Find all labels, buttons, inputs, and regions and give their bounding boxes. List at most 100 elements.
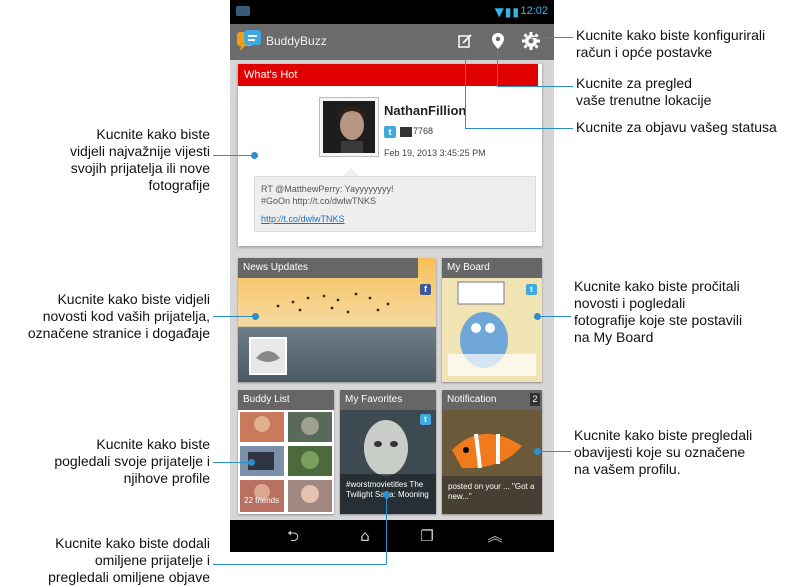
user-name: NathanFillion	[384, 103, 467, 118]
callout-line: vidjeli najvažnije vijesti	[69, 143, 210, 159]
callout-settings: Kucnite kako biste konfigurirali račun i…	[576, 27, 765, 61]
callout-line: novosti kod vaših prijatelja,	[42, 308, 210, 324]
whats-hot-header: What's Hot	[238, 64, 538, 86]
callout-news: Kucnite kako biste vidjeli novosti kod v…	[14, 291, 210, 342]
leader-line	[465, 128, 573, 129]
post-date: Feb 19, 2013 3:45:25 PM	[384, 148, 486, 158]
recent-apps-icon[interactable]: ❐	[416, 527, 438, 545]
leader-line	[213, 462, 251, 463]
menu-up-icon[interactable]: ︽	[484, 527, 506, 545]
my-board-header: My Board	[442, 258, 542, 278]
tile-my-board[interactable]: My Board t	[442, 258, 542, 382]
navigation-bar: ⮌ ⌂ ❐ ︽	[230, 520, 554, 552]
callout-line: na My Board	[574, 329, 654, 345]
callout-board: Kucnite kako biste pročitali novosti i p…	[574, 278, 742, 346]
compose-status-icon[interactable]	[454, 30, 476, 52]
location-pin-icon[interactable]	[487, 30, 509, 52]
pointer-dot	[248, 459, 255, 466]
callout-line: označene stranice i događaje	[27, 325, 210, 341]
callout-line: pregledali omiljene objave	[48, 569, 210, 585]
callout-line: na vašem profilu.	[574, 461, 681, 477]
leader-line	[213, 564, 386, 565]
callout-line: Kucnite za objavu vašeg statusa	[576, 119, 777, 135]
callout-line: Kucnite kako biste pročitali	[574, 278, 740, 294]
app-title: BuddyBuzz	[266, 34, 327, 48]
pointer-dot	[383, 491, 390, 498]
callout-notification: Kucnite kako biste pregledali obavijesti…	[574, 427, 752, 478]
pointer-dot	[251, 152, 258, 159]
callout-line: Kucnite kako biste konfigurirali	[576, 27, 766, 43]
callout-line: Kucnite kako biste	[96, 126, 210, 142]
callout-favorites: Kucnite kako biste dodali omiljene prija…	[14, 535, 210, 586]
notification-icon	[236, 6, 250, 16]
twitter-icon: t	[526, 284, 537, 295]
callout-line: njihove profile	[123, 470, 210, 486]
tile-buddy-list[interactable]: Buddy List 22 friends	[238, 390, 334, 514]
facebook-icon: f	[420, 284, 431, 295]
twitter-icon: t	[384, 126, 396, 138]
notification-count-badge: 2	[530, 393, 540, 406]
tweet-line: #GoOn http://t.co/dwlwTNKS	[261, 196, 377, 206]
buddy-list-title: Buddy List	[243, 394, 290, 405]
callout-line: račun i opće postavke	[576, 44, 713, 60]
home-icon[interactable]: ⌂	[354, 527, 376, 545]
leader-line	[465, 50, 466, 129]
buddybuzz-logo-icon	[237, 30, 261, 51]
notification-header: Notification	[442, 390, 542, 410]
callout-line: vaše trenutne lokacije	[576, 92, 712, 108]
callout-line: obavijesti koje su označene	[574, 444, 746, 460]
tile-news-updates[interactable]: News Updates f	[238, 258, 436, 382]
notification-caption: posted on your ... "Got a new..."	[448, 482, 535, 501]
callout-line: Kucnite kako biste vidjeli	[57, 291, 210, 307]
callout-location: Kucnite za pregled vaše trenutne lokacij…	[576, 75, 711, 109]
my-favorites-header: My Favorites	[340, 390, 436, 410]
news-updates-title: News Updates	[243, 262, 309, 273]
callout-line: Kucnite za pregled	[576, 75, 692, 91]
notification-title: Notification	[447, 394, 497, 405]
tweet-text: RT @MatthewPerry: Yayyyyyyyy! #GoOn http…	[254, 176, 536, 232]
callout-whats-hot: Kucnite kako biste vidjeli najvažnije vi…	[52, 126, 210, 194]
status-time: 12:02	[520, 5, 548, 17]
status-bar: ▼▮▮ 12:02	[230, 0, 554, 24]
tile-notification[interactable]: Notification 2 posted on your ... "Got a…	[442, 390, 542, 514]
settings-gear-icon[interactable]	[520, 30, 542, 52]
leader-line	[497, 86, 573, 87]
favorites-caption: #worstmovietitles The Twilight Saga: Moo…	[346, 480, 429, 499]
action-bar: BuddyBuzz	[230, 24, 554, 60]
pointer-dot	[252, 313, 259, 320]
callout-line: novosti i pogledali	[574, 295, 686, 311]
whats-hot-title: What's Hot	[244, 69, 298, 81]
avatar	[320, 98, 378, 156]
tweet-link[interactable]: http://t.co/dwlwTNKS	[261, 213, 529, 225]
tweet-line: RT @MatthewPerry: Yayyyyyyyy!	[261, 184, 394, 194]
leader-line	[213, 155, 254, 156]
signal-battery-icon: ▼▮▮	[494, 5, 520, 19]
callout-line: Kucnite kako biste	[96, 436, 210, 452]
whats-hot-card[interactable]: What's Hot NathanFillion t 7768 Feb 19, …	[238, 64, 542, 246]
callout-line: Kucnite kako biste pregledali	[574, 427, 753, 443]
leader-line	[386, 494, 387, 565]
back-icon[interactable]: ⮌	[282, 527, 304, 545]
callout-line: fotografije koje ste postavili	[574, 312, 743, 328]
callout-line: Kucnite kako biste dodali	[55, 535, 210, 551]
callout-buddy: Kucnite kako biste pogledali svoje prija…	[14, 436, 210, 487]
buddy-list-header: Buddy List	[238, 390, 334, 410]
followers-count: 7768	[413, 126, 434, 136]
callout-line: pogledali svoje prijatelje i	[54, 453, 210, 469]
twitter-icon: t	[420, 414, 431, 425]
buddy-friends-count: 22 friends	[244, 496, 280, 505]
leader-line	[531, 37, 573, 38]
device-screen: ▼▮▮ 12:02 BuddyBuzz What's Hot NathanFil…	[230, 0, 554, 552]
callout-line: fotografije	[148, 177, 210, 193]
leader-line	[540, 316, 571, 317]
my-favorites-title: My Favorites	[345, 394, 403, 405]
my-board-title: My Board	[447, 262, 490, 273]
leader-line	[213, 316, 255, 317]
leader-line	[540, 451, 571, 452]
callout-status: Kucnite za objavu vašeg statusa	[576, 119, 777, 136]
callout-line: svojih prijatelja ili nove	[70, 160, 210, 176]
leader-line	[497, 50, 498, 87]
news-updates-header: News Updates	[238, 258, 418, 278]
callout-line: omiljene prijatelje i	[94, 552, 210, 568]
followers-icon	[400, 127, 412, 137]
